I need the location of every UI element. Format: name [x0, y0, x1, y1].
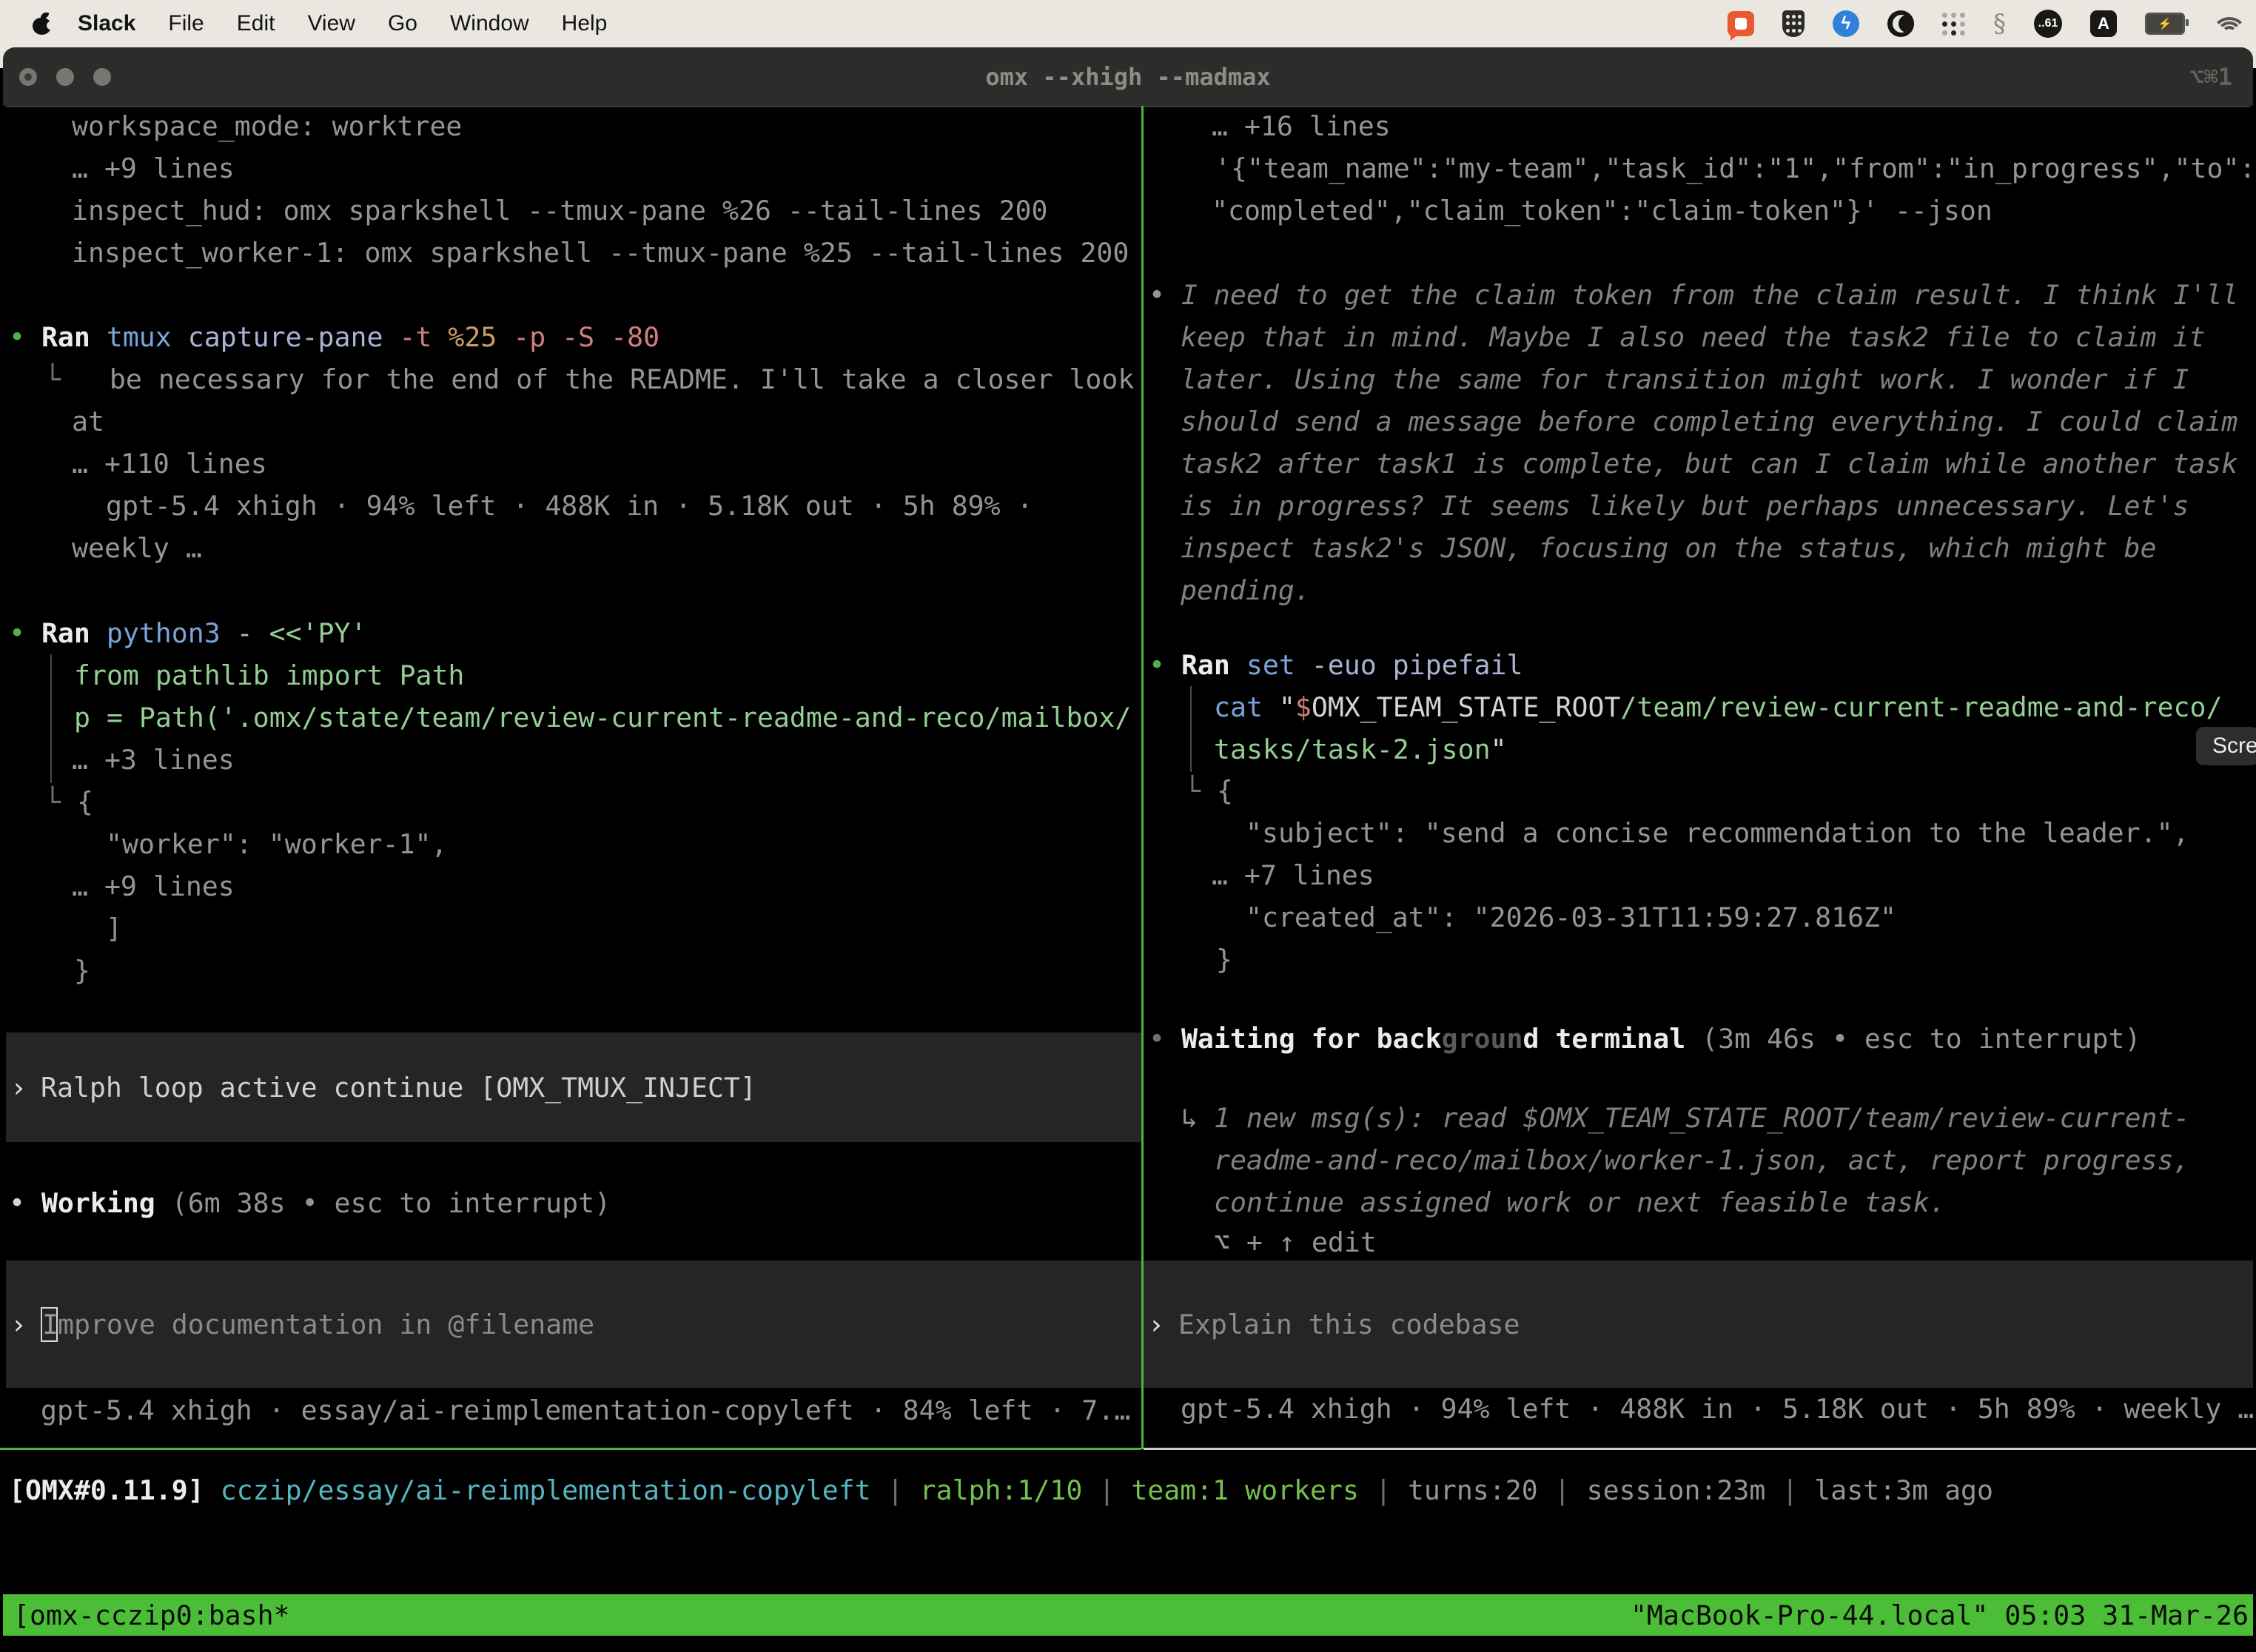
terminal-line: … +110 lines — [72, 443, 267, 485]
left-prompt-input[interactable]: › I mprove documentation in @filename — [6, 1260, 1141, 1388]
terminal-line: … +16 lines — [1212, 105, 1391, 147]
menu-item-edit[interactable]: Edit — [237, 11, 275, 36]
terminal-line: inspect task2's JSON, focusing on the st… — [1181, 527, 2157, 569]
left-notice-band: › Ralph loop active continue [OMX_TMUX_I… — [6, 1032, 1141, 1142]
text-cursor: I — [41, 1307, 58, 1342]
terminal-line: … +9 lines — [72, 865, 235, 907]
terminal-line: readme-and-reco/mailbox/worker-1.json, a… — [1214, 1139, 2190, 1181]
menu-item-help[interactable]: Help — [562, 11, 608, 36]
window-shortcut-badge: ⌥⌘1 — [2189, 47, 2232, 106]
terminal-line: } — [74, 950, 90, 992]
terminal-line: • Waiting for background terminal (3m 46… — [1149, 1018, 2141, 1060]
terminal-line: "created_at": "2026-03-31T11:59:27.816Z" — [1246, 896, 1896, 939]
left-pane-bottom-border — [0, 1448, 1141, 1450]
indent-guide — [50, 654, 52, 783]
prompt-chevron: › — [10, 1072, 27, 1104]
apple-menu-icon[interactable] — [33, 13, 51, 35]
tmux-session-label: [omx-cczip0:bash* — [13, 1599, 290, 1631]
tmux-host-clock: "MacBook-Pro-44.local" 05:03 31-Mar-26 — [1631, 1599, 2249, 1631]
letter-a-icon[interactable]: A — [2090, 10, 2117, 37]
terminal-line: should send a message before completing … — [1181, 400, 2237, 443]
terminal-line: later. Using the same for transition mig… — [1181, 358, 2189, 400]
tmux-status-bar: [omx-cczip0:bash* "MacBook-Pro-44.local"… — [3, 1594, 2253, 1636]
right-pane-bottom-border — [1144, 1448, 2256, 1450]
terminal-line: } — [1216, 939, 1232, 981]
battery-charging-icon[interactable]: ⚡ — [2145, 13, 2185, 35]
shield-keypad-icon[interactable] — [1782, 10, 1805, 37]
terminal-line: weekly … — [72, 527, 202, 569]
terminal-line: from pathlib import Path — [74, 654, 464, 696]
terminal-line: inspect_hud: omx sparkshell --tmux-pane … — [72, 189, 1048, 232]
terminal-line: is in progress? It seems likely but perh… — [1181, 485, 2189, 527]
menu-item-view[interactable]: View — [307, 11, 355, 36]
terminal-line: • Working (6m 38s • esc to interrupt) — [9, 1182, 611, 1224]
terminal-line: cat "$OMX_TEAM_STATE_ROOT/team/review-cu… — [1214, 686, 2222, 728]
terminal-line: gpt-5.4 xhigh · essay/ai-reimplementatio… — [41, 1389, 1130, 1431]
blue-bolt-icon[interactable]: ϟ — [1833, 10, 1859, 37]
terminal-line: gpt-5.4 xhigh · 94% left · 488K in · 5.1… — [106, 485, 1033, 527]
terminal-line: └ { — [44, 781, 93, 823]
window-titlebar[interactable]: omx --xhigh --madmax ⌥⌘1 — [3, 47, 2253, 106]
indent-guide — [1190, 686, 1192, 772]
prompt-chevron: › — [10, 1309, 27, 1340]
terminal-line: workspace_mode: worktree — [72, 105, 462, 147]
terminal-line: pending. — [1181, 569, 1311, 611]
terminal-line: task2 after task1 is complete, but can I… — [1181, 443, 2237, 485]
badge-61-icon[interactable]: ..61 — [2034, 10, 2062, 38]
left-input-placeholder: mprove documentation in @filename — [58, 1309, 594, 1340]
moon-circle-icon[interactable] — [1887, 10, 1914, 37]
window-title: omx --xhigh --madmax — [3, 47, 2253, 106]
terminal-line: gpt-5.4 xhigh · 94% left · 488K in · 5.1… — [1181, 1388, 2254, 1430]
screen-tooltip: Scre — [2196, 727, 2256, 765]
wifi-icon[interactable] — [2213, 11, 2246, 36]
terminal-line: … +9 lines — [72, 147, 235, 189]
terminal-line: "completed","claim_token":"claim-token"}… — [1212, 189, 1993, 232]
terminal-line: at — [72, 400, 104, 443]
terminal-line: └ be necessary for the end of the README… — [44, 358, 1134, 400]
menu-item-file[interactable]: File — [168, 11, 204, 36]
terminal-line: └ { — [1184, 770, 1233, 812]
terminal-line: • Ran set -euo pipefail — [1149, 644, 1523, 686]
terminal-line: p = Path('.omx/state/team/review-current… — [74, 696, 1131, 739]
terminal-line: • Ran python3 - <<'PY' — [9, 612, 366, 654]
ralph-loop-status: Ralph loop active continue [OMX_TMUX_INJ… — [41, 1072, 756, 1104]
terminal-line: ] — [106, 907, 122, 950]
menubar: Slack File Edit View Go Window Help ϟ § … — [0, 0, 2256, 47]
terminal-line: ↳ 1 new msg(s): read $OMX_TEAM_STATE_ROO… — [1181, 1097, 2189, 1139]
terminal-line: tasks/task-2.json" — [1214, 728, 1507, 770]
menu-item-slack[interactable]: Slack — [78, 11, 135, 36]
terminal-line: "subject": "send a concise recommendatio… — [1246, 812, 2189, 854]
terminal-line: • Ran tmux capture-pane -t %25 -p -S -80 — [9, 316, 659, 358]
chat-badge-icon[interactable] — [1728, 11, 1754, 36]
terminal-line: • I need to get the claim token from the… — [1149, 274, 2238, 316]
terminal-line: ⌥ + ↑ edit — [1214, 1221, 1377, 1263]
terminal-line: '{"team_name":"my-team","task_id":"1","f… — [1215, 147, 2255, 189]
terminal-line: [OMX#0.11.9] cczip/essay/ai-reimplementa… — [9, 1469, 1993, 1511]
terminal-line: inspect_worker-1: omx sparkshell --tmux-… — [72, 232, 1129, 274]
pane-divider[interactable] — [1141, 106, 1144, 1449]
terminal-line: "worker": "worker-1", — [106, 823, 447, 865]
terminal-line: continue assigned work or next feasible … — [1214, 1181, 1946, 1223]
terminal-line: … +7 lines — [1212, 854, 1374, 896]
menu-item-go[interactable]: Go — [388, 11, 417, 36]
dots-grid-icon[interactable] — [1942, 13, 1965, 36]
terminal-line: keep that in mind. Maybe I also need the… — [1181, 316, 2205, 358]
right-prompt-input[interactable]: › Explain this codebase — [1144, 1260, 2253, 1388]
squiggle-icon[interactable]: § — [1993, 9, 2006, 38]
menu-item-window[interactable]: Window — [450, 11, 529, 36]
terminal-line: … +3 lines — [72, 739, 235, 781]
prompt-chevron: › — [1148, 1309, 1164, 1340]
right-input-placeholder: Explain this codebase — [1178, 1309, 1520, 1340]
